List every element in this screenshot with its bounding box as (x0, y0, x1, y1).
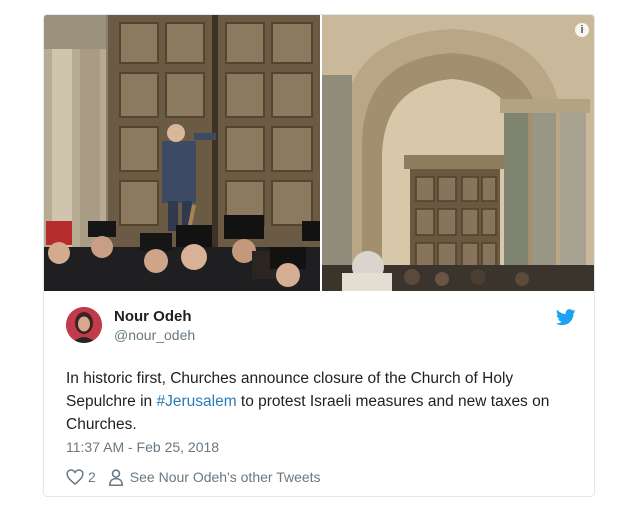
info-icon[interactable]: i (575, 23, 589, 37)
like-count[interactable]: 2 (88, 469, 96, 485)
avatar[interactable] (66, 307, 102, 343)
avatar-image (66, 307, 102, 343)
tweet-actions: 2 See Nour Odeh's other Tweets (66, 467, 321, 487)
tweet-header: Nour Odeh @nour_odeh (66, 307, 576, 343)
embedded-tweet-card: i Nour Odeh @nour_odeh In historic first… (43, 14, 595, 497)
author-handle[interactable]: @nour_odeh (114, 327, 195, 343)
tweet-text: In historic first, Churches announce clo… (66, 367, 578, 436)
heart-icon[interactable] (66, 469, 84, 485)
twitter-bird-icon[interactable] (556, 309, 576, 326)
author-name[interactable]: Nour Odeh (114, 308, 192, 325)
hashtag-link[interactable]: #Jerusalem (156, 393, 236, 410)
photo-church-doors-closing[interactable] (44, 15, 320, 291)
person-icon[interactable] (108, 468, 124, 486)
photo-church-entrance[interactable] (322, 15, 595, 291)
see-other-tweets-link[interactable]: See Nour Odeh's other Tweets (130, 469, 321, 485)
tweet-timestamp[interactable]: 11:37 AM - Feb 25, 2018 (66, 439, 219, 455)
tweet-media[interactable]: i (44, 15, 595, 291)
